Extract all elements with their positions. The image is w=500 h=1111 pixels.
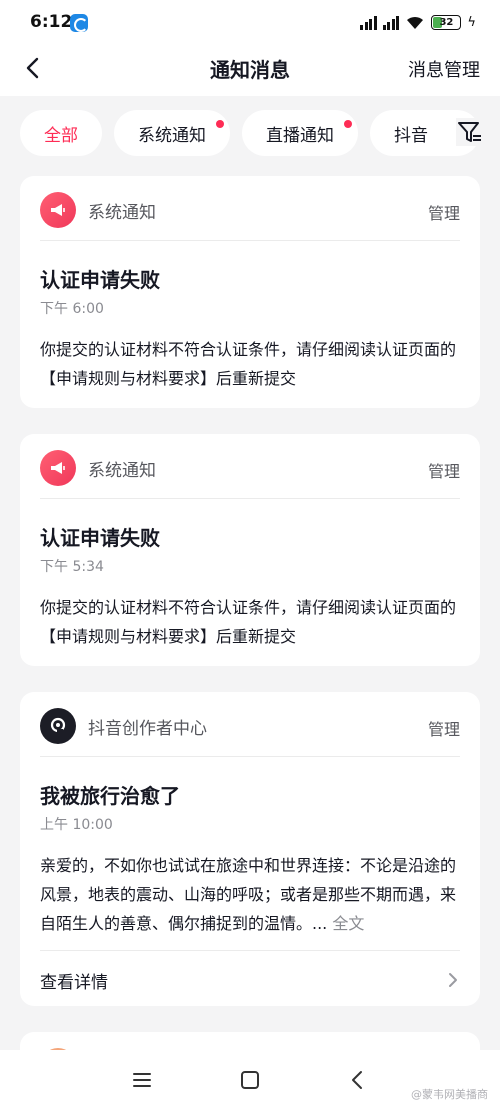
megaphone-icon bbox=[40, 192, 76, 228]
card-source: 系统通知 bbox=[40, 450, 156, 486]
message-manage-button[interactable]: 消息管理 bbox=[408, 56, 480, 82]
manage-button[interactable]: 管理 bbox=[428, 458, 460, 482]
manage-button[interactable]: 管理 bbox=[428, 716, 460, 740]
notification-time: 上午 10:00 bbox=[40, 817, 113, 833]
app-notification-icon bbox=[70, 14, 88, 32]
body-text: 亲爱的，不如你也试试在旅途中和世界连接：不论是沿途的风景，地表的震动、山海的呼吸… bbox=[40, 856, 457, 933]
signal-icon bbox=[360, 14, 377, 30]
source-name: 抖音创作者中心 bbox=[88, 718, 207, 739]
notification-body: 亲爱的，不如你也试试在旅途中和世界连接：不论是沿途的风景，地表的震动、山海的呼吸… bbox=[40, 851, 464, 938]
notification-time: 下午 5:34 bbox=[40, 559, 104, 575]
battery-icon: 32 bbox=[431, 14, 462, 30]
back-nav-icon[interactable] bbox=[346, 1068, 370, 1092]
tab-label: 系统通知 bbox=[138, 125, 206, 146]
charging-icon: ϟ bbox=[467, 14, 476, 30]
notification-body: 你提交的认证材料不符合认证条件，请仔细阅读认证页面的【申请规则与材料要求】后重新… bbox=[40, 340, 457, 388]
signal-icon bbox=[382, 14, 400, 30]
battery-level: 32 bbox=[439, 16, 454, 28]
notification-card[interactable]: 系统通知 管理 认证申请失败 下午 5:34 你提交的认证材料不符合认证条件，请… bbox=[20, 434, 480, 666]
menu-icon[interactable] bbox=[130, 1068, 154, 1092]
card-source: 抖音创作者中心 bbox=[40, 708, 207, 744]
source-name: 系统通知 bbox=[88, 202, 156, 223]
status-bar: 6:12 32 ϟ bbox=[0, 0, 500, 46]
notification-time: 下午 6:00 bbox=[40, 301, 104, 317]
filter-icon[interactable] bbox=[456, 118, 484, 146]
unread-dot bbox=[216, 120, 224, 128]
unread-dot bbox=[344, 120, 352, 128]
megaphone-icon bbox=[40, 450, 76, 486]
notification-card[interactable]: 系统通知 管理 认证申请失败 下午 6:00 你提交的认证材料不符合认证条件，请… bbox=[20, 176, 480, 408]
creator-center-icon bbox=[40, 708, 76, 744]
notification-title: 我被旅行治愈了 bbox=[40, 784, 180, 808]
header: 通知消息 消息管理 bbox=[0, 46, 500, 96]
card-source: 系统通知 bbox=[40, 192, 156, 228]
status-icons: 32 ϟ bbox=[360, 14, 476, 30]
status-time: 6:12 bbox=[30, 12, 73, 32]
notification-card[interactable]: 抖音创作者中心 管理 我被旅行治愈了 上午 10:00 亲爱的，不如你也试试在旅… bbox=[20, 692, 480, 1006]
view-details-link[interactable]: 查看详情 bbox=[40, 968, 108, 993]
filter-tabs: 全部 系统通知 直播通知 抖音 bbox=[20, 110, 500, 158]
tab-label: 直播通知 bbox=[266, 125, 334, 146]
wifi-icon bbox=[405, 14, 425, 30]
tab-label: 抖音 bbox=[394, 125, 428, 146]
divider bbox=[40, 240, 460, 241]
divider bbox=[40, 498, 460, 499]
home-icon[interactable] bbox=[238, 1068, 262, 1092]
notification-title: 认证申请失败 bbox=[40, 268, 160, 292]
notification-body: 你提交的认证材料不符合认证条件，请仔细阅读认证页面的【申请规则与材料要求】后重新… bbox=[40, 598, 457, 646]
tab-live-notice[interactable]: 直播通知 bbox=[242, 110, 358, 156]
full-text-link[interactable]: 全文 bbox=[332, 914, 364, 933]
divider bbox=[40, 950, 460, 951]
top-bar: 6:12 32 ϟ 通知消息 消息管理 bbox=[0, 0, 500, 96]
tab-all[interactable]: 全部 bbox=[20, 110, 102, 156]
tab-label: 全部 bbox=[44, 125, 78, 146]
source-name: 系统通知 bbox=[88, 460, 156, 481]
chevron-right-icon[interactable] bbox=[446, 970, 460, 990]
tab-system-notice[interactable]: 系统通知 bbox=[114, 110, 230, 156]
manage-button[interactable]: 管理 bbox=[428, 200, 460, 224]
watermark: @蒙韦网美播商 bbox=[411, 1088, 488, 1101]
notification-title: 认证申请失败 bbox=[40, 526, 160, 550]
divider bbox=[40, 756, 460, 757]
